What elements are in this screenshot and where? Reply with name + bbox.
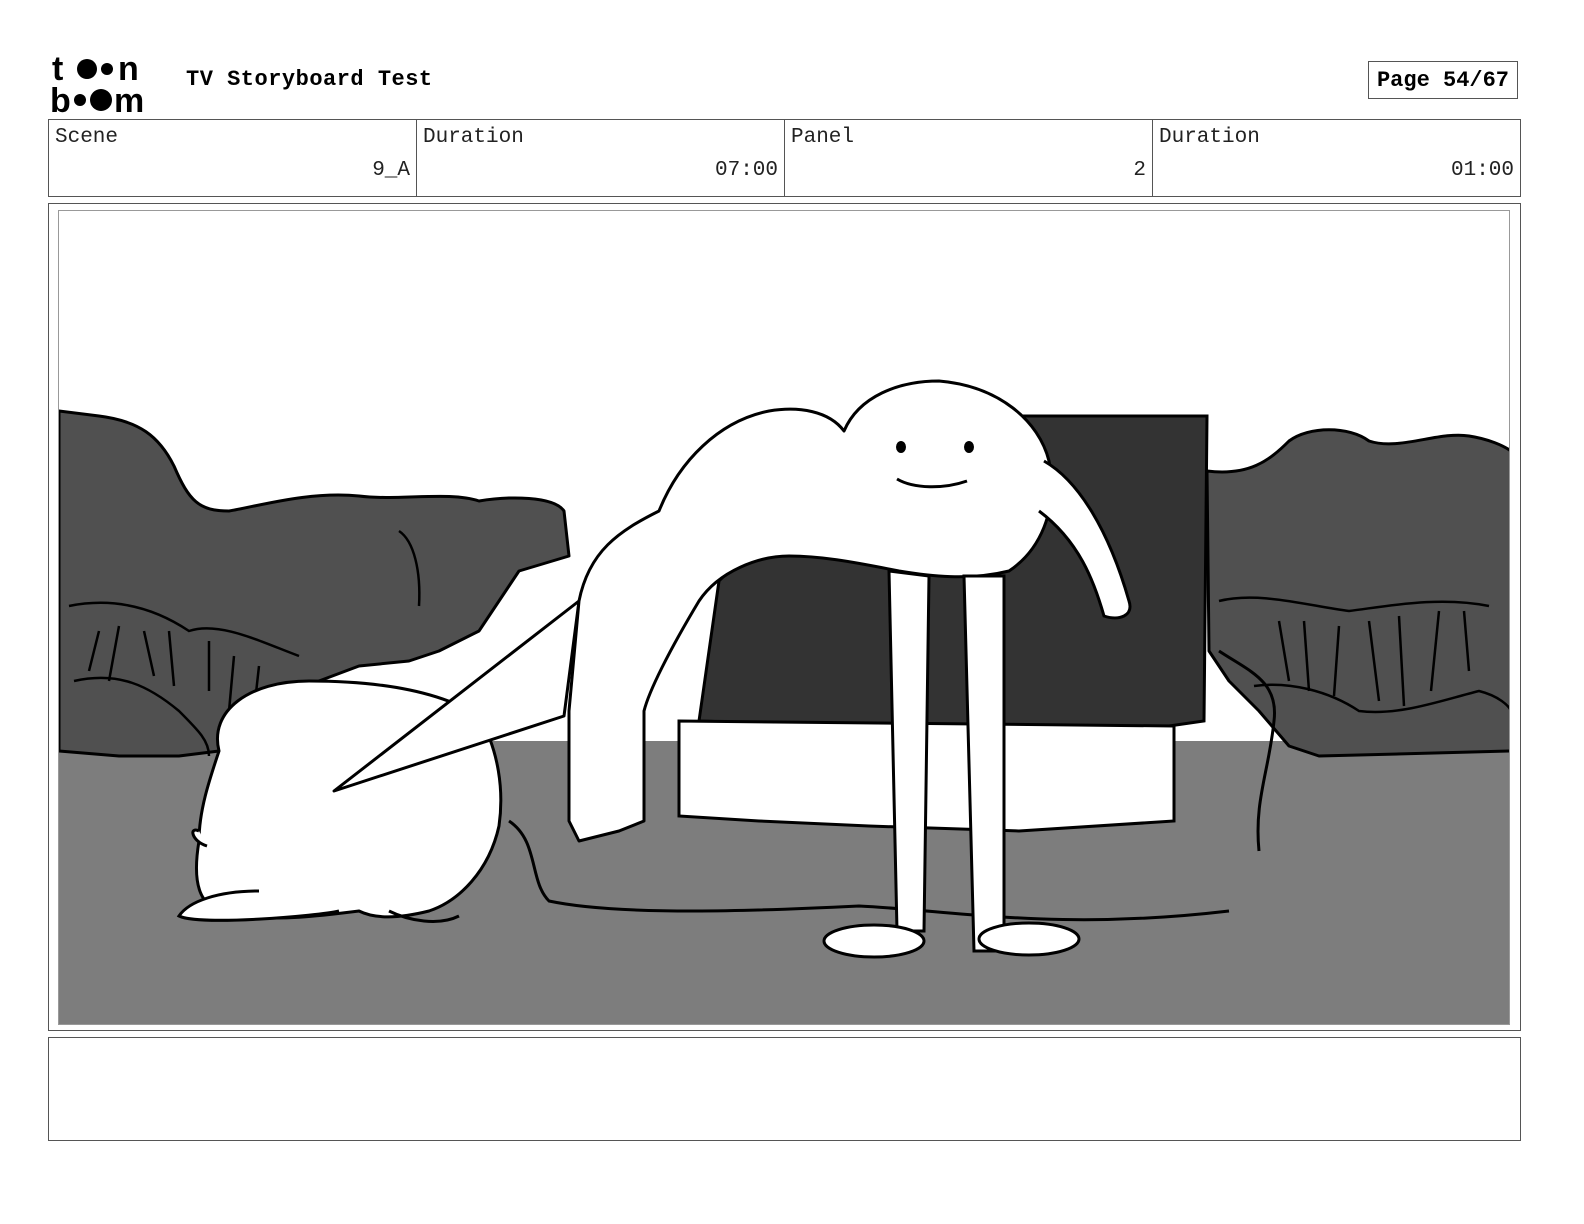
panel-notes-box (48, 1037, 1521, 1141)
toon-boom-logo: t n b m (50, 50, 144, 114)
storyboard-drawing (59, 211, 1509, 1024)
panel-duration-value: 01:00 (1450, 159, 1514, 182)
document-title: TV Storyboard Test (186, 67, 433, 92)
panel-value: 2 (1133, 159, 1146, 182)
page-number: Page 54/67 (1368, 61, 1518, 99)
storyboard-panel-image (58, 210, 1510, 1025)
panel-duration-label: Duration (1159, 126, 1260, 149)
svg-text:m: m (114, 82, 144, 114)
panel-label: Panel (791, 126, 855, 149)
scene-value: 9_A (372, 159, 410, 182)
scene-duration-label: Duration (423, 126, 524, 149)
panel-duration-cell: Duration 01:00 (1153, 120, 1520, 196)
scene-duration-cell: Duration 07:00 (417, 120, 785, 196)
scene-cell: Scene 9_A (49, 120, 417, 196)
panel-cell: Panel 2 (785, 120, 1153, 196)
scene-info-table: Scene 9_A Duration 07:00 Panel 2 Duratio… (48, 119, 1521, 197)
scene-duration-value: 07:00 (714, 159, 778, 182)
svg-text:b: b (50, 82, 71, 114)
scene-label: Scene (55, 126, 119, 149)
